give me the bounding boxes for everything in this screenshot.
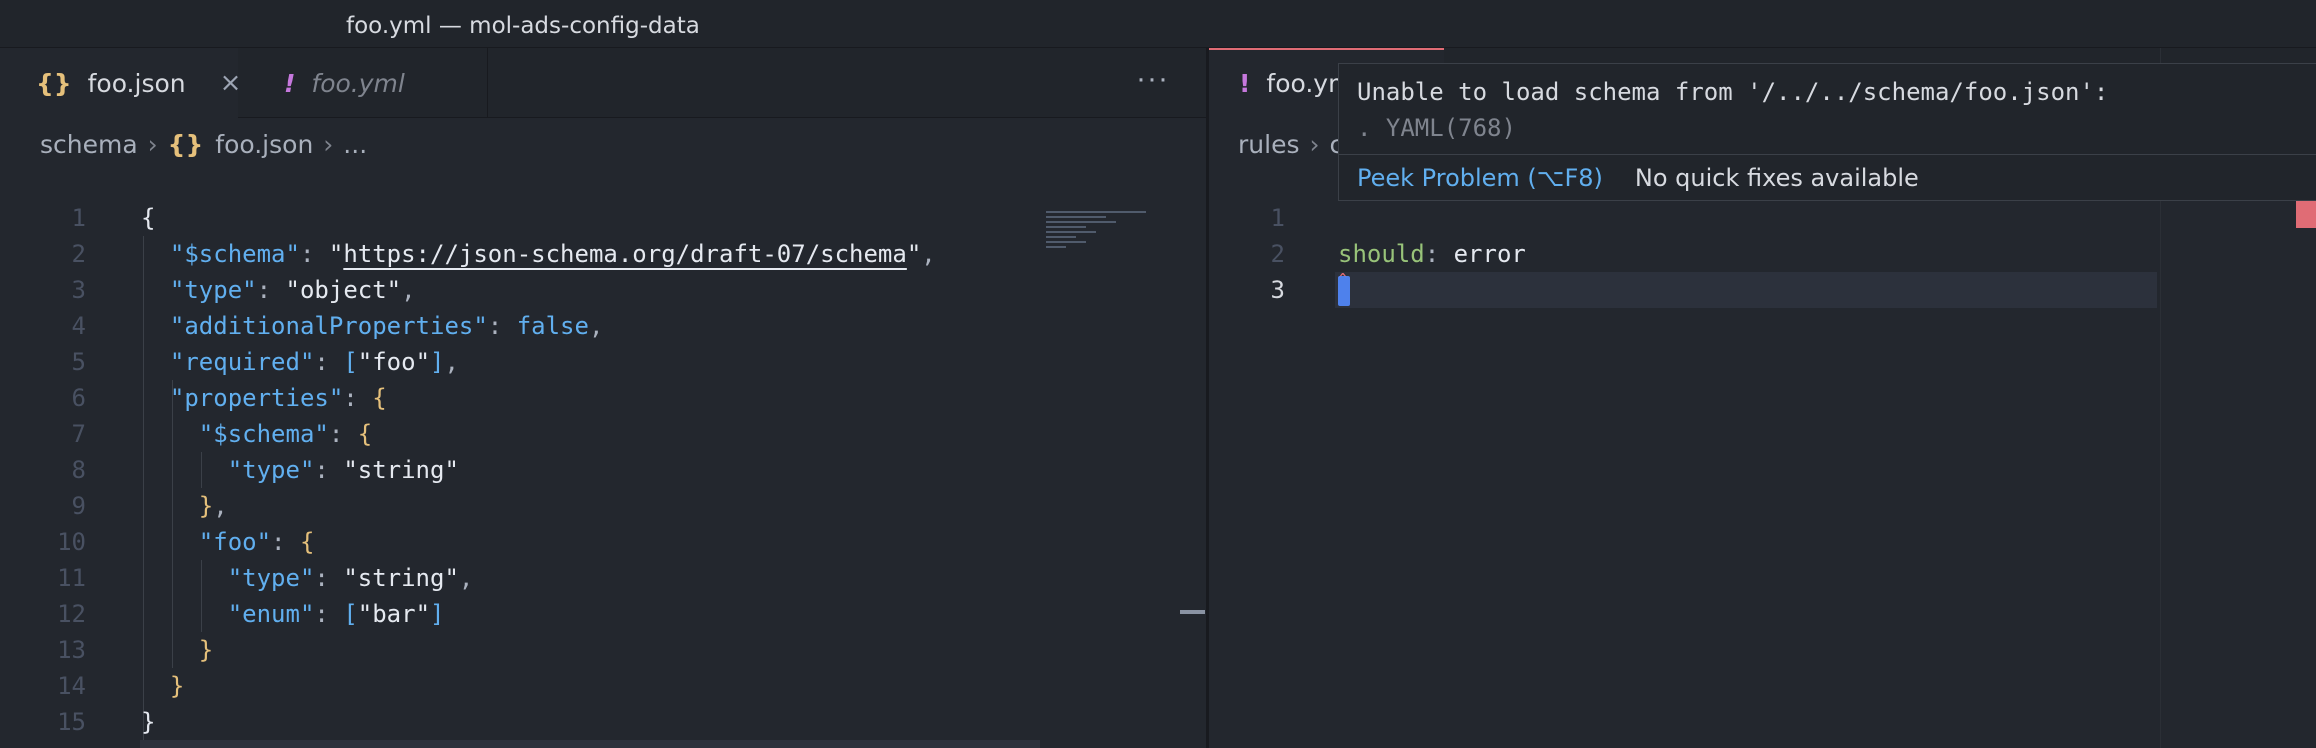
- json-file-icon: {}: [36, 68, 72, 98]
- yaml-file-icon: !: [1239, 68, 1251, 98]
- code-line: 8 "type": "string": [71, 456, 459, 484]
- hover-message: Unable to load schema from '/../../schem…: [1357, 78, 2109, 106]
- breadcrumb-file[interactable]: foo.json: [215, 130, 313, 159]
- code-line: 10 "foo": {: [57, 528, 315, 556]
- code-line: 16: [0, 740, 1206, 748]
- no-quick-fixes-label: No quick fixes available: [1634, 164, 1919, 192]
- breadcrumb: schema › {} foo.json › ...: [40, 122, 367, 166]
- code-line: 13 }: [57, 636, 214, 664]
- code-line: 2 "$schema": "https://json-schema.org/dr…: [71, 240, 936, 268]
- json-file-icon: {}: [167, 129, 204, 159]
- window-title: foo.yml — mol-ads-config-data: [346, 13, 700, 39]
- code-line: 1: [1270, 204, 1285, 232]
- code-line: 9 },: [71, 492, 228, 520]
- hover-divider: [1339, 154, 2316, 155]
- text-cursor: [1338, 276, 1350, 306]
- yaml-file-icon: !: [284, 68, 296, 98]
- title-bar: foo.yml — mol-ads-config-data: [0, 0, 2316, 48]
- tab-foo-json[interactable]: {} foo.json ×: [0, 48, 241, 118]
- breadcrumb-folder[interactable]: schema: [40, 130, 138, 159]
- scrollbar-marker[interactable]: [1180, 610, 1205, 614]
- breadcrumb-folder[interactable]: rules: [1238, 130, 1299, 159]
- code-line: 11 "type": "string",: [57, 564, 474, 592]
- schema-url-link[interactable]: https://json-schema.org/draft-07/schema: [343, 240, 907, 268]
- code-line: 12 "enum": ["bar"]: [57, 600, 445, 628]
- peek-problem-link[interactable]: Peek Problem (⌥F8): [1357, 164, 1603, 192]
- code-line: 3: [1270, 276, 1285, 304]
- code-line: 4 "additionalProperties": false,: [71, 312, 604, 340]
- hover-source: . YAML(768): [1357, 114, 1516, 142]
- code-line: 14 }: [57, 672, 185, 700]
- breadcrumb-symbol[interactable]: ...: [343, 130, 367, 159]
- code-line: 2 should: error: [1270, 240, 1526, 268]
- chevron-right-icon: ›: [323, 129, 334, 159]
- tab-foo-yml[interactable]: ! foo.yml: [238, 48, 488, 118]
- minimap[interactable]: [1046, 208, 1176, 276]
- code-line: 7 "$schema": {: [71, 420, 373, 448]
- breadcrumb-right: rules › c: [1238, 122, 1343, 166]
- code-line: 3 "type": "object",: [71, 276, 416, 304]
- chevron-right-icon: ›: [1309, 129, 1320, 159]
- chevron-right-icon: ›: [147, 129, 158, 159]
- error-overview-marker[interactable]: [2296, 200, 2316, 228]
- more-actions-icon[interactable]: ···: [1136, 62, 1169, 96]
- code-line: 6 "properties": {: [71, 384, 387, 412]
- hover-actions: Peek Problem (⌥F8) No quick fixes availa…: [1357, 158, 1919, 198]
- code-line: 1{: [71, 204, 156, 232]
- code-line: 15}: [57, 708, 156, 736]
- active-tab-indicator: [1209, 48, 1444, 50]
- tab-label: foo.yml: [311, 68, 405, 98]
- tab-label: foo.json: [87, 68, 186, 98]
- code-line: 5 "required": ["foo"],: [71, 348, 459, 376]
- tab-bar-left: {} foo.json × ! foo.yml ···: [0, 48, 1206, 118]
- editor-group-left: {} foo.json × ! foo.yml ··· schema › {} …: [0, 48, 1206, 748]
- hover-problem-widget: Unable to load schema from '/../../schem…: [1338, 63, 2316, 201]
